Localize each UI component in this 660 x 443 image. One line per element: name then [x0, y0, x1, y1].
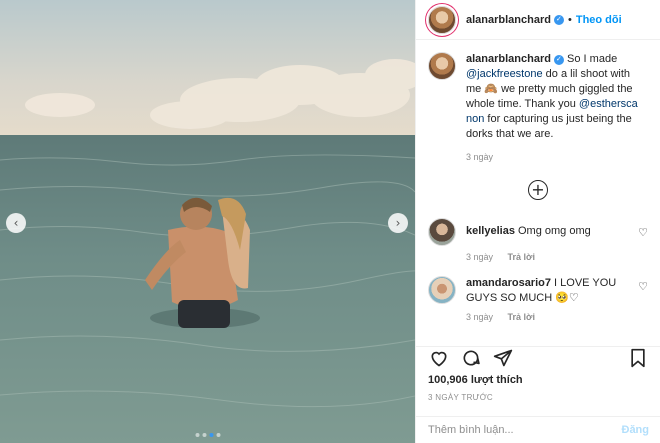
follow-button[interactable]: Theo dõi: [576, 14, 622, 26]
caption-text: alanarblanchard ✓ So I made @jackfreeston…: [466, 52, 646, 142]
comment-item: amandarosario7 I LOVE YOU GUYS SO MUCH 🥺…: [416, 276, 660, 306]
beach-photo: [0, 0, 415, 443]
like-count[interactable]: 100,906 lượt thích: [428, 374, 523, 386]
post-details-panel: alanarblanchard ✓ • Theo dõi alanarblanc…: [415, 0, 660, 443]
commenter-avatar[interactable]: [428, 218, 456, 246]
separator: •: [567, 13, 572, 26]
comment-item: kellyelias Omg omg omg ♡: [416, 218, 660, 246]
slide-dot: [216, 433, 220, 437]
caption-text-part: So I made: [567, 53, 618, 65]
post-date: 3 NGÀY TRƯỚC: [428, 393, 494, 402]
previous-slide-button[interactable]: ‹: [6, 213, 26, 233]
comment-meta: 3 ngày Trả lời: [466, 312, 660, 322]
author-avatar[interactable]: [428, 5, 456, 34]
chevron-right-icon: ›: [395, 216, 401, 230]
chevron-left-icon: ‹: [13, 216, 19, 230]
post-comment-button[interactable]: Đăng: [622, 424, 650, 436]
commenter-username[interactable]: kellyelias: [466, 225, 515, 237]
mention-link[interactable]: @jackfreestone: [466, 68, 543, 80]
commenter-username[interactable]: amandarosario7: [466, 277, 551, 289]
comment-meta: 3 ngày Trả lời: [466, 252, 660, 262]
comment-bubble-icon[interactable]: [460, 347, 482, 369]
comment-list: kellyelias Omg omg omg ♡ 3 ngày Trả lời …: [416, 218, 660, 322]
like-comment-heart-icon[interactable]: ♡: [638, 226, 648, 239]
comment-text: Omg omg omg: [518, 225, 591, 237]
post-caption: alanarblanchard ✓ So I made @jackfreeston…: [416, 40, 660, 142]
slide-dot: [202, 433, 206, 437]
comment-timestamp: 3 ngày: [466, 252, 494, 262]
post-photo[interactable]: ‹ ›: [0, 0, 415, 443]
like-heart-icon[interactable]: [428, 347, 450, 369]
caption-timestamp: 3 ngày: [466, 152, 494, 162]
share-paper-plane-icon[interactable]: [492, 347, 514, 369]
comment-input[interactable]: [428, 424, 616, 436]
save-bookmark-icon[interactable]: [627, 347, 649, 369]
reply-button[interactable]: Trả lời: [508, 312, 535, 322]
caption-username[interactable]: alanarblanchard: [466, 53, 551, 65]
like-comment-heart-icon[interactable]: ♡: [638, 280, 648, 293]
commenter-avatar[interactable]: [428, 276, 456, 304]
comment-timestamp: 3 ngày: [466, 312, 494, 322]
load-more-comments-button[interactable]: +: [528, 180, 548, 200]
author-username[interactable]: alanarblanchard: [466, 14, 551, 26]
slide-indicator: [195, 433, 220, 437]
caption-text-part: for capturing us just being the dorks th…: [466, 113, 632, 140]
next-slide-button[interactable]: ›: [388, 213, 408, 233]
post-header: alanarblanchard ✓ • Theo dõi: [416, 0, 660, 40]
plus-icon: +: [531, 180, 545, 199]
add-comment-form: Đăng: [416, 416, 660, 443]
action-bar: [416, 346, 660, 368]
slide-dot-active: [209, 433, 213, 437]
verified-badge-icon: ✓: [553, 55, 564, 65]
slide-dot: [195, 433, 199, 437]
verified-badge-icon: ✓: [553, 14, 564, 25]
caption-author-avatar[interactable]: [428, 52, 456, 80]
reply-button[interactable]: Trả lời: [508, 252, 535, 262]
